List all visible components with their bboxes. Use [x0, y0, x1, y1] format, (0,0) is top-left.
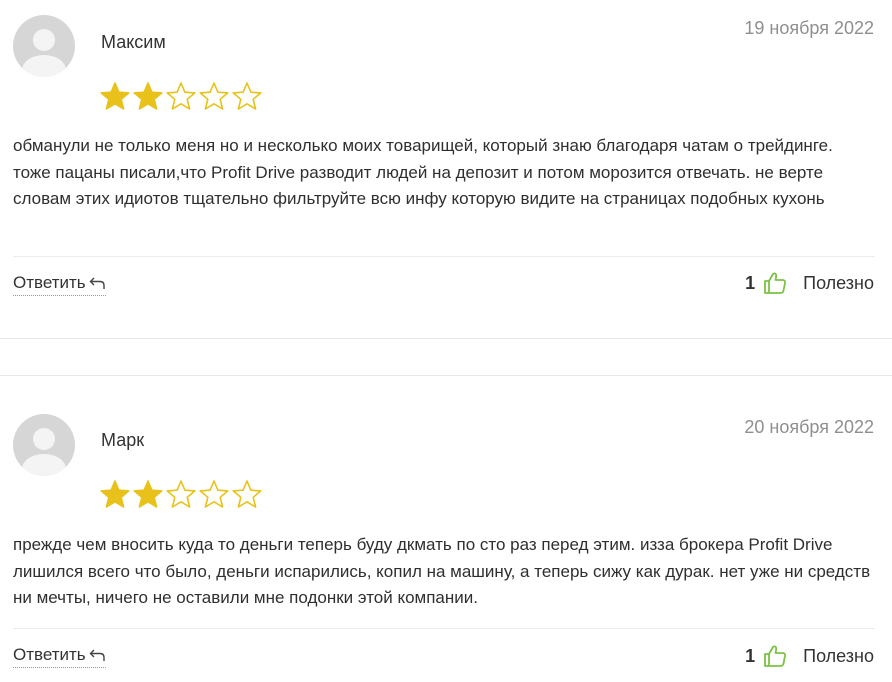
star-rating: [99, 81, 263, 111]
reply-arrow-icon: [89, 649, 105, 661]
star-empty-icon: [199, 480, 229, 508]
helpful-button[interactable]: Полезно: [803, 646, 874, 667]
helpful-count: 1: [745, 645, 756, 666]
review-text: прежде чем вносить куда то деньги теперь…: [13, 535, 871, 607]
star-filled-icon: [133, 82, 163, 110]
review-card: Марк 20 ноября 2022 прежде чем вносить к…: [0, 376, 892, 682]
review-author: Марк: [101, 430, 145, 450]
star-filled-icon: [100, 82, 130, 110]
star-empty-icon: [199, 82, 229, 110]
review-date: 19 ноября 2022: [744, 18, 874, 38]
helpful-widget: 1 Полезно: [745, 644, 874, 668]
star-filled-icon: [133, 480, 163, 508]
helpful-widget: 1 Полезно: [745, 271, 874, 295]
review-text: обманули не только меня но и несколько м…: [13, 136, 833, 208]
reply-button[interactable]: Ответить: [13, 273, 106, 296]
review-author: Максим: [101, 32, 166, 52]
review-card: Максим 19 ноября 2022 обманули не только…: [0, 0, 892, 338]
avatar: [13, 15, 75, 77]
star-rating: [99, 479, 263, 509]
helpful-count: 1: [745, 272, 756, 293]
review-date: 20 ноября 2022: [744, 417, 874, 437]
star-empty-icon: [232, 82, 262, 110]
reply-button[interactable]: Ответить: [13, 645, 106, 668]
reply-label: Ответить: [13, 273, 86, 292]
review-divider: [13, 628, 875, 629]
avatar: [13, 414, 75, 476]
reply-arrow-icon: [89, 277, 105, 289]
star-empty-icon: [232, 480, 262, 508]
review-divider: [13, 256, 875, 257]
star-empty-icon: [166, 480, 196, 508]
helpful-button[interactable]: Полезно: [803, 273, 874, 294]
section-divider: [0, 338, 892, 339]
thumbs-up-icon[interactable]: [763, 644, 787, 668]
star-empty-icon: [166, 82, 196, 110]
star-filled-icon: [100, 480, 130, 508]
thumbs-up-icon[interactable]: [763, 271, 787, 295]
reply-label: Ответить: [13, 645, 86, 664]
